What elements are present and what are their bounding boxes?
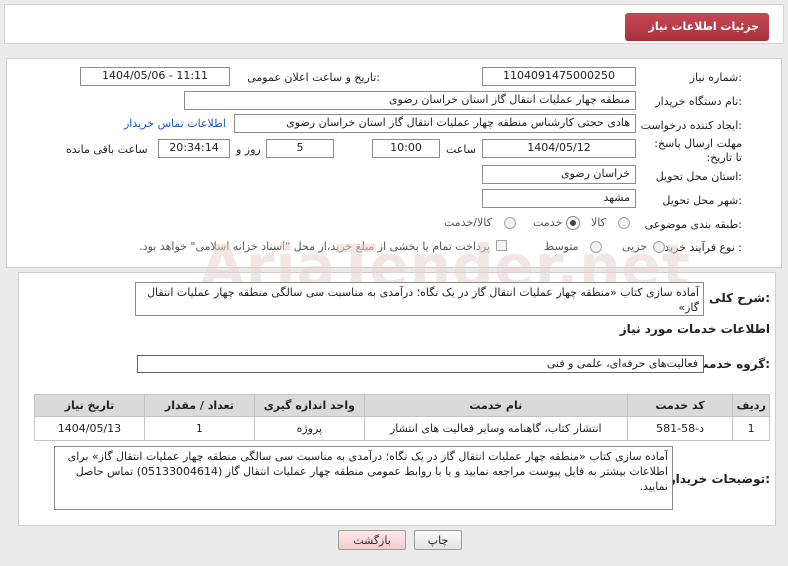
header-bar: جزئیات اطلاعات نیاز [4, 4, 784, 44]
category-goods-radio[interactable] [618, 217, 630, 229]
category-service-radio[interactable] [567, 217, 579, 229]
page-title: جزئیات اطلاعات نیاز [625, 13, 769, 41]
announce-date-label: تاریخ و ساعت اعلان عمومی: [247, 71, 380, 84]
cell-service-name: انتشار کتاب، گاهنامه وسایر فعالیت های ان… [363, 416, 628, 441]
table-row: 1 د-58-581 انتشار کتاب، گاهنامه وسایر فع… [34, 416, 770, 441]
category-both-radio[interactable] [504, 217, 516, 229]
deadline-label: مهلت ارسال پاسخ: تا تاریخ: [654, 137, 742, 164]
category-both-label: کالا/خدمت [444, 216, 492, 229]
col-header-need-date: تاریخ نیاز [34, 394, 145, 417]
cell-unit: پروژه [253, 416, 365, 441]
col-header-row-number: ردیف [732, 394, 770, 417]
category-service-label: خدمت [533, 216, 563, 229]
back-button[interactable]: بازگشت [338, 530, 406, 550]
remaining-time-field[interactable]: 20:34:14 [158, 139, 230, 158]
services-section-header: اطلاعات خدمات مورد نیاز [619, 322, 770, 336]
buyer-contact-link[interactable]: اطلاعات تماس خریدار [124, 117, 226, 130]
cell-service-code: د-58-581 [626, 416, 734, 441]
cell-quantity: 1 [143, 416, 255, 441]
print-button[interactable]: چاپ [414, 530, 462, 550]
category-goods-label: کالا [591, 216, 606, 229]
deadline-time-label: ساعت [446, 143, 476, 156]
province-field[interactable]: خراسان رضوی [482, 165, 636, 184]
col-header-quantity: تعداد / مقدار [143, 394, 255, 417]
need-number-field[interactable]: 1104091475000250 [482, 67, 636, 86]
city-field[interactable]: مشهد [482, 189, 636, 208]
buyer-notes-label: توضیحات خریدار: [668, 472, 770, 486]
service-group-field[interactable]: فعالیت‌های حرفه‌ای، علمی و فنی [137, 355, 704, 373]
col-header-service-name: نام خدمت [363, 394, 628, 417]
col-header-service-code: کد خدمت [626, 394, 734, 417]
general-desc-textarea[interactable]: آماده سازی کتاب «منطقه چهار عملیات انتقا… [135, 282, 704, 316]
services-table: ردیف کد خدمت نام خدمت واحد اندازه گیری ت… [34, 394, 770, 441]
buyer-org-field[interactable]: منطقه چهار عملیات انتقال گاز استان خراسا… [184, 91, 636, 110]
service-group-label: گروه خدمت: [696, 357, 770, 371]
cell-need-date: 1404/05/13 [34, 416, 145, 441]
creator-label: ایجاد کننده درخواست: [640, 119, 742, 132]
days-label: روز و [236, 143, 261, 156]
col-header-unit: واحد اندازه گیری [253, 394, 365, 417]
deadline-time-field[interactable]: 10:00 [372, 139, 440, 158]
deadline-date-field[interactable]: 1404/05/12 [482, 139, 636, 158]
city-label: شهر محل تحویل: [662, 194, 742, 207]
category-label: طبقه بندی موضوعی: [644, 218, 742, 231]
buyer-org-label: نام دستگاه خریدار: [655, 95, 742, 108]
need-number-label: شماره نیاز: [689, 71, 742, 84]
buyer-notes-textarea[interactable]: آماده سازی کتاب «منطقه چهار عملیات انتقا… [54, 446, 673, 510]
remaining-time-label: ساعت باقی مانده [66, 143, 148, 156]
creator-field[interactable]: هادی حجتی کارشناس منطقه چهار عملیات انتق… [234, 114, 636, 133]
table-header-row: ردیف کد خدمت نام خدمت واحد اندازه گیری ت… [34, 394, 770, 417]
cell-row-number: 1 [732, 416, 770, 441]
province-label: استان محل تحویل: [655, 170, 742, 183]
days-remaining-field[interactable]: 5 [266, 139, 334, 158]
announce-date-field[interactable]: 1404/05/06 - 11:11 [80, 67, 230, 86]
